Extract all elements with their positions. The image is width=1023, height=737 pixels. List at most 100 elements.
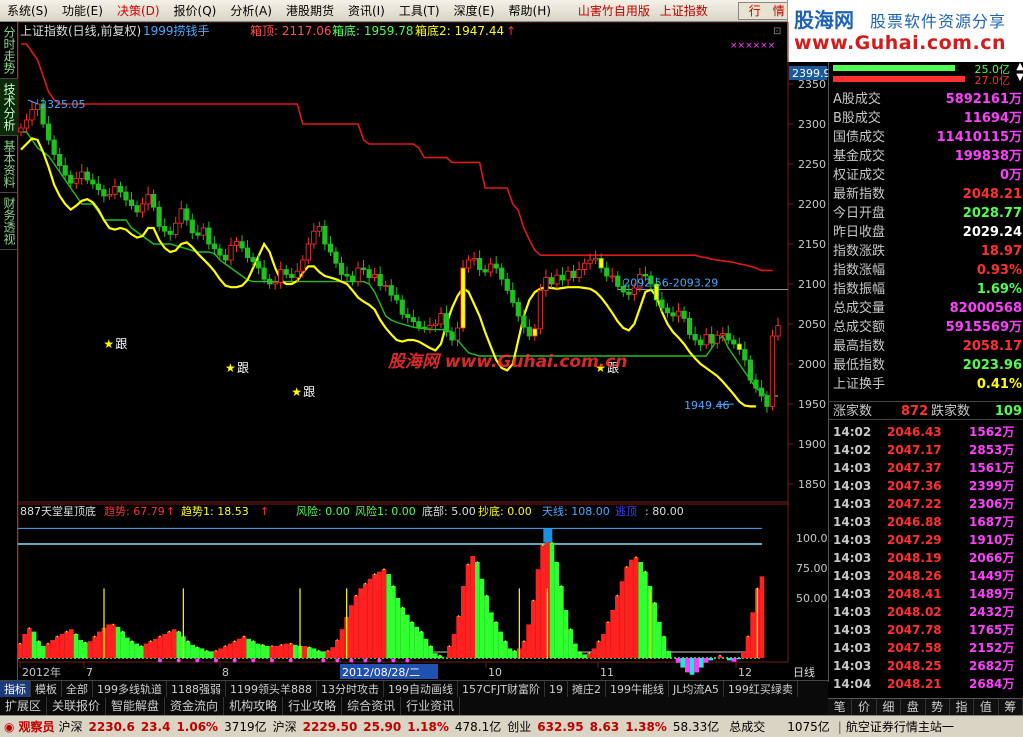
menu-info[interactable]: 资讯(I) — [341, 0, 392, 22]
candle-body — [272, 281, 278, 285]
function-tab[interactable]: 行业资讯 — [401, 697, 461, 715]
formula-tab[interactable]: 157CFJT财富阶 — [458, 681, 545, 697]
inflow-icon[interactable]: ▲ — [1016, 61, 1023, 72]
candle-body — [736, 343, 742, 350]
down-count-label: 跌家数 — [931, 404, 971, 419]
menu-decision[interactable]: 决策(D) — [110, 0, 167, 22]
stat-row: 最新指数 2048.21 — [829, 185, 1023, 204]
formula-tab[interactable]: 全部 — [62, 681, 93, 697]
quote-panel: 25.0亿 ▲ 27.0亿 ▼ A股成交 5892161万 B股成交 11694万 国债… — [828, 61, 1023, 691]
tab-index[interactable]: 指 — [950, 699, 975, 715]
sub-axis: 100.0 75.00 50.00 — [796, 532, 828, 605]
observer-label[interactable]: 观察员 — [18, 718, 54, 735]
menu-analysis[interactable]: 分析(A) — [223, 0, 279, 22]
menu-tools[interactable]: 工具(T) — [392, 0, 447, 22]
tab-price[interactable]: 价 — [852, 699, 877, 715]
sub-bars — [18, 528, 765, 675]
candle-body — [686, 317, 693, 335]
trend-dot — [84, 641, 87, 644]
menu-hk-futures[interactable]: 港股期货 — [279, 0, 341, 22]
trend-dot — [467, 563, 469, 566]
tick-vol: 1765万 — [969, 623, 1015, 637]
formula-tab[interactable]: 1199领头羊888 — [226, 681, 317, 697]
formula-tab[interactable]: 19 — [545, 681, 568, 697]
trend-dot — [317, 650, 320, 652]
candle-body — [173, 222, 179, 235]
box-bottom2-value: 箱底2: 1947.44 — [415, 23, 504, 38]
trend-dot — [280, 644, 283, 646]
menu-depth[interactable]: 深度(E) — [447, 0, 502, 22]
menu-quote[interactable]: 报价(Q) — [167, 0, 224, 22]
candle-body — [211, 243, 217, 250]
tab-intraday[interactable]: 分时走势 — [0, 22, 18, 79]
tick-row: 14:03 2048.02 2432万 — [829, 603, 1023, 621]
chart-area[interactable]: 上证指数(日线,前复权) 1999捞钱手 箱顶: 2117.06 箱底: 195… — [18, 22, 828, 680]
tab-trend[interactable]: 势 — [926, 699, 950, 715]
tick-price: 2048.19 — [887, 551, 942, 565]
tab-trades[interactable]: 笔 — [828, 699, 853, 715]
tab-value[interactable]: 值 — [974, 699, 999, 715]
follow-star-icon: ★ — [291, 385, 302, 399]
formula-tab[interactable]: 指标 — [0, 681, 31, 697]
trend-dot — [663, 635, 665, 638]
formula-tab[interactable]: 199多线轨道 — [93, 681, 167, 697]
tab-orderbook[interactable]: 盘 — [901, 699, 926, 715]
candle-body — [554, 274, 560, 285]
eye-icon[interactable]: ◉ — [4, 720, 14, 734]
kline-chart-svg[interactable]: 上证指数(日线,前复权) 1999捞钱手 箱顶: 2117.06 箱底: 195… — [18, 22, 828, 680]
candle-body — [189, 219, 195, 234]
function-tab[interactable]: 综合资讯 — [342, 697, 402, 715]
candle-body — [128, 199, 135, 206]
date-axis-label: 8 — [222, 666, 229, 679]
tick-price: 2047.29 — [887, 533, 942, 547]
formula-tab[interactable]: 13分时攻击 — [317, 681, 384, 697]
tab-detail[interactable]: 细 — [877, 699, 902, 715]
function-tab[interactable]: 扩展区 — [0, 697, 48, 715]
formula-tab[interactable]: 199红买绿卖 — [724, 681, 798, 697]
stat-value: 11694万 — [963, 111, 1022, 126]
candle-body — [377, 273, 383, 286]
formula-tab[interactable]: 199牛能线 — [606, 681, 669, 697]
function-tab[interactable]: 行业攻略 — [283, 697, 343, 715]
formula-tab[interactable]: 199自动画线 — [384, 681, 458, 697]
function-bar: 扩展区 关联报价 智能解盘 资金流向 机构攻略 行业攻略 综合资讯 行业资讯 — [0, 697, 828, 715]
trend-dot — [411, 621, 413, 623]
menu-help[interactable]: 帮助(H) — [502, 0, 558, 22]
formula-tab[interactable]: JL均流A5 — [669, 681, 724, 697]
tab-financials[interactable]: 财务透视 — [0, 193, 18, 250]
expand-icon[interactable]: ⊡ — [773, 26, 781, 37]
candle-body — [228, 245, 234, 261]
candle-body — [443, 313, 450, 333]
outflow-bar — [833, 76, 965, 82]
menu-function[interactable]: 功能(E) — [55, 0, 110, 22]
function-tab[interactable]: 机构攻略 — [224, 697, 284, 715]
tab-technical[interactable]: 技术分析 — [0, 79, 18, 136]
outflow-icon[interactable]: ▼ — [1016, 72, 1023, 83]
candle-body — [283, 269, 289, 275]
tick-time: 14:02 — [833, 425, 872, 439]
sub-bottom-dot — [349, 658, 354, 663]
function-tab[interactable]: 关联报价 — [47, 697, 107, 715]
price-axis-label: 2250 — [798, 158, 826, 171]
function-tab[interactable]: 资金流向 — [165, 697, 225, 715]
candle-body — [758, 387, 765, 397]
right-tab-strip: 笔 价 细 盘 势 指 值 筹 — [828, 698, 1023, 715]
trend-dot — [747, 635, 749, 638]
candle-body — [300, 259, 306, 272]
status-chg: 25.90 — [363, 720, 402, 734]
menu-system[interactable]: 系统(S) — [0, 0, 55, 22]
function-tab[interactable]: 智能解盘 — [106, 697, 166, 715]
tick-time: 14:03 — [833, 641, 872, 655]
formula-tab[interactable]: 模板 — [31, 681, 62, 697]
tab-chips[interactable]: 筹 — [999, 699, 1023, 715]
trend-dot — [215, 650, 217, 652]
candle-body — [344, 273, 350, 277]
tick-price: 2047.22 — [887, 497, 942, 511]
period-label[interactable]: 日线 — [793, 665, 815, 679]
stat-value: 2058.17 — [962, 339, 1022, 354]
formula-tab[interactable]: 1188强弱 — [167, 681, 226, 697]
status-amt: 58.33亿 — [672, 720, 720, 734]
formula-tab[interactable]: 摊庄2 — [568, 681, 606, 697]
tab-fundamentals[interactable]: 基本资料 — [0, 136, 18, 193]
current-price-label: 2399.9 — [792, 67, 828, 80]
